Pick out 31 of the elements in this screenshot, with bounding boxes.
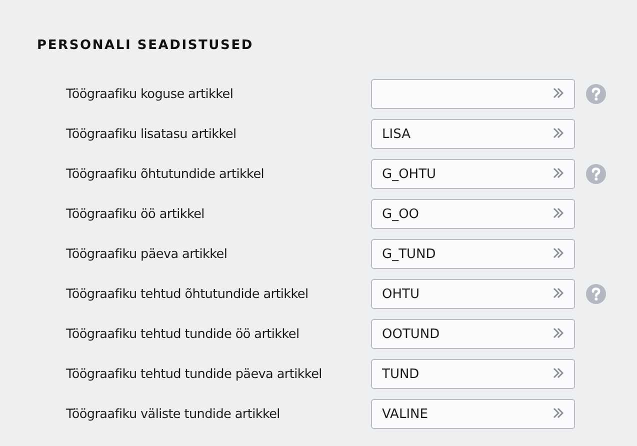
field-label: Töögraafiku õhtutundide artikkel: [66, 166, 266, 182]
field-label: Töögraafiku lisatasu artikkel: [66, 126, 238, 142]
input-field[interactable]: OHTU: [371, 279, 575, 309]
input-field[interactable]: G_OO: [371, 199, 575, 229]
help-icon[interactable]: [586, 284, 606, 304]
double-chevron-icon[interactable]: [552, 367, 564, 379]
input-field[interactable]: [371, 79, 575, 109]
input-field[interactable]: G_OHTU: [371, 159, 575, 189]
double-chevron-icon[interactable]: [552, 247, 564, 259]
double-chevron-icon[interactable]: [552, 407, 564, 419]
field-label: Töögraafiku tehtud tundide öö artikkel: [66, 326, 300, 342]
double-chevron-icon[interactable]: [552, 127, 564, 139]
section-title: PERSONALI SEADISTUSED: [37, 38, 254, 53]
input-field[interactable]: LISA: [371, 119, 575, 149]
field-label: Töögraafiku tehtud õhtutundide artikkel: [66, 286, 310, 302]
input-field[interactable]: G_TUND: [371, 239, 575, 269]
field-label: Töögraafiku tehtud tundide päeva artikkel: [66, 366, 323, 382]
double-chevron-icon[interactable]: [552, 87, 564, 99]
field-label: Töögraafiku väliste tundide artikkel: [66, 406, 281, 422]
input-field[interactable]: VALINE: [371, 399, 575, 429]
input-field[interactable]: TUND: [371, 359, 575, 389]
field-label: Töögraafiku päeva artikkel: [66, 246, 228, 262]
field-label: Töögraafiku öö artikkel: [66, 206, 206, 222]
double-chevron-icon[interactable]: [552, 327, 564, 339]
double-chevron-icon[interactable]: [552, 287, 564, 299]
help-icon[interactable]: [586, 84, 606, 104]
help-icon[interactable]: [586, 164, 606, 184]
double-chevron-icon[interactable]: [552, 207, 564, 219]
double-chevron-icon[interactable]: [552, 167, 564, 179]
input-field[interactable]: OOTUND: [371, 319, 575, 349]
field-label: Töögraafiku koguse artikkel: [66, 86, 234, 102]
